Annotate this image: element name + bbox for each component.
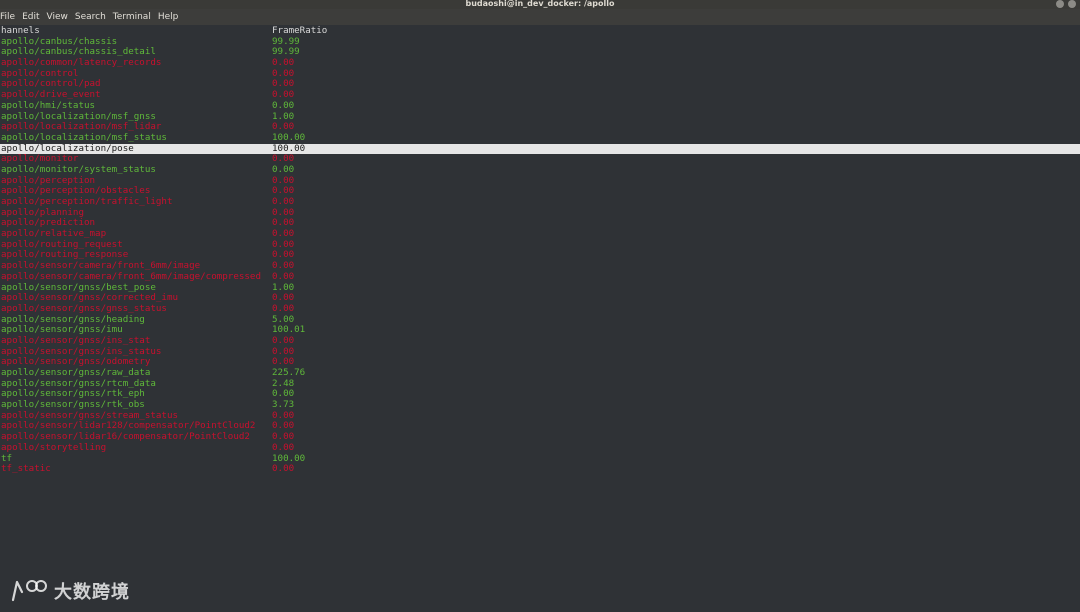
channel-row[interactable]: apollo/relative_map 0.00 (0, 228, 1080, 240)
channel-row[interactable]: apollo/sensor/gnss/raw_data 225.76 (0, 367, 1080, 379)
channel-row[interactable]: apollo/monitor/system_status 0.00 (0, 164, 1080, 176)
window-maximize-button[interactable] (1068, 0, 1076, 8)
window-close-button[interactable] (1056, 0, 1064, 8)
channel-row[interactable]: apollo/routing_request 0.00 (0, 239, 1080, 251)
channel-name: apollo/hmi/status (1, 99, 96, 111)
channel-row[interactable]: apollo/sensor/gnss/ins_stat 0.00 (0, 335, 1080, 347)
channel-list: apollo/canbus/chassis 99.99 apollo/canbus/… (0, 36, 1080, 475)
frame-ratio-value: 0.00 (272, 270, 295, 282)
channel-row[interactable]: apollo/drive_event 0.00 (0, 89, 1080, 101)
channel-row[interactable]: apollo/sensor/gnss/heading 5.00 (0, 314, 1080, 326)
window-titlebar: budaoshi@in_dev_docker: /apollo (0, 0, 1080, 9)
frame-ratio-value: 0.00 (272, 463, 295, 475)
channel-row[interactable]: apollo/control 0.00 (0, 68, 1080, 80)
channel-row[interactable]: apollo/storytelling 0.00 (0, 441, 1080, 454)
channel-row[interactable]: apollo/sensor/lidar16/compensator/PointC… (0, 431, 1080, 443)
channel-row[interactable]: apollo/prediction 0.00 (0, 218, 1080, 229)
channel-row[interactable]: apollo/localization/msf_gnss 1.00 (0, 111, 1080, 123)
channel-name: tf_static (1, 463, 51, 475)
channel-row[interactable]: apollo/sensor/gnss/imu 100.01 (0, 325, 1080, 336)
channel-name: apollo/storytelling (1, 441, 107, 453)
menu-view[interactable]: View (47, 12, 68, 22)
menu-edit[interactable]: Edit (22, 12, 39, 22)
channel-row[interactable]: apollo/perception/traffic_light 0.00 (0, 196, 1080, 208)
channel-row[interactable]: apollo/sensor/camera/front_6mm/image/com… (0, 270, 1080, 283)
channel-row[interactable]: apollo/sensor/gnss/rtk_eph 0.00 (0, 389, 1080, 400)
column-header-row: hannels FrameRatio (0, 25, 1080, 37)
watermark-text: 大数跨境 (54, 582, 130, 603)
channel-row[interactable]: apollo/planning 0.00 (0, 207, 1080, 219)
menu-search[interactable]: Search (75, 12, 106, 22)
menu-bar: File Edit View Search Terminal Help (0, 9, 1080, 25)
channel-row[interactable]: apollo/localization/msf_status 100.00 (0, 131, 1080, 144)
watermark-logo: 大数跨境 (10, 578, 130, 604)
channel-name: apollo/sensor/camera/front_6mm/image/com… (1, 270, 261, 282)
channel-row[interactable]: apollo/canbus/chassis_detail 99.99 (0, 47, 1080, 58)
channel-row[interactable]: apollo/localization/pose 100.00 (0, 143, 1080, 155)
menu-file[interactable]: File (0, 12, 15, 22)
channel-name: apollo/localization/msf_status (1, 131, 167, 143)
logo-icon (11, 580, 47, 602)
channel-row[interactable]: apollo/sensor/gnss/ins_status 0.00 (0, 346, 1080, 358)
channel-row[interactable]: apollo/hmi/status 0.00 (0, 99, 1080, 112)
menu-help[interactable]: Help (158, 12, 179, 22)
channel-row[interactable]: apollo/sensor/gnss/odometry 0.00 (0, 357, 1080, 368)
channel-row[interactable]: apollo/perception 0.00 (0, 175, 1080, 187)
channel-name: apollo/sensor/gnss/gnss_status (1, 302, 167, 314)
frame-ratio-value: 0.00 (272, 441, 295, 453)
channel-row[interactable]: apollo/control/pad 0.00 (0, 79, 1080, 90)
frame-ratio-value: 0.00 (272, 99, 295, 111)
frame-ratio-value: 100.00 (272, 131, 306, 143)
frame-ratio-value: 0.00 (272, 302, 295, 314)
channel-row[interactable]: apollo/monitor 0.00 (0, 154, 1080, 165)
channel-row[interactable]: tf_static 0.00 (0, 463, 1080, 475)
channel-row[interactable]: tf 100.00 (0, 453, 1080, 465)
terminal-screen[interactable]: hannels FrameRatio apollo/canbus/chassis… (0, 25, 1080, 612)
channel-row[interactable]: apollo/canbus/chassis 99.99 (0, 36, 1080, 48)
window-title: budaoshi@in_dev_docker: /apollo (465, 0, 615, 8)
channel-row[interactable]: apollo/sensor/gnss/gnss_status 0.00 (0, 302, 1080, 315)
channel-row[interactable]: apollo/sensor/gnss/rtcm_data 2.48 (0, 378, 1080, 390)
channel-row[interactable]: apollo/common/latency_records 0.00 (0, 57, 1080, 69)
menu-terminal[interactable]: Terminal (113, 12, 151, 22)
